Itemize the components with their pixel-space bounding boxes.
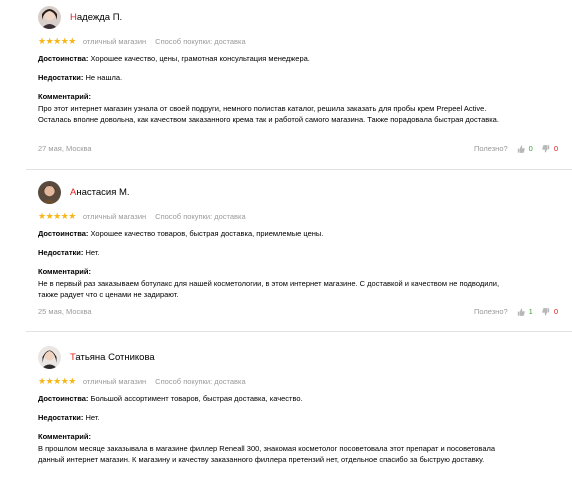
avatar[interactable] <box>38 346 61 369</box>
rating-text: отличный магазин <box>82 211 147 221</box>
comment-text: В прошлом месяце заказывала в магазине ф… <box>38 444 496 464</box>
cons-field: Недостатки: Не нашла. <box>38 73 123 82</box>
comment-title: Комментарий: <box>38 92 92 101</box>
purchase-method: Способ покупки: доставка <box>155 211 246 221</box>
avatar[interactable] <box>38 181 61 204</box>
review-meta: ★★★★★ отличный магазин Способ покупки: д… <box>38 35 246 47</box>
pros-field: Достоинства: Хорошее качество товаров, б… <box>38 229 324 238</box>
rating-stars: ★★★★★ <box>38 35 76 46</box>
pros-field: Достоинства: Хорошее качество, цены, гра… <box>38 54 310 63</box>
upvote-count: 1 <box>528 307 533 316</box>
review-meta: ★★★★★ отличный магазин Способ покупки: д… <box>38 375 246 387</box>
divider <box>26 169 572 170</box>
pros-field: Достоинства: Большой ассортимент товаров… <box>38 394 303 403</box>
purchase-method: Способ покупки: доставка <box>155 36 246 46</box>
avatar[interactable] <box>38 6 61 29</box>
thumb-down-icon[interactable] <box>542 144 550 153</box>
cons-field: Недостатки: Нет. <box>38 413 100 422</box>
purchase-method: Способ покупки: доставка <box>155 376 246 386</box>
review-card: Надежда П. ★★★★★ отличный магазин Способ… <box>38 6 558 153</box>
comment-text: Про этот интернет магазин узнала от свое… <box>38 104 499 124</box>
review-meta: ★★★★★ отличный магазин Способ покупки: д… <box>38 210 246 222</box>
review-date: 27 мая, Москва <box>38 144 92 153</box>
comment-title: Комментарий: <box>38 267 92 276</box>
rating-stars: ★★★★★ <box>38 375 76 386</box>
upvote-count: 0 <box>528 144 533 153</box>
author-name[interactable]: Надежда П. <box>70 12 122 23</box>
rating-text: отличный магазин <box>82 376 147 386</box>
helpful-label: Полезно? <box>473 307 508 316</box>
comment-title: Комментарий: <box>38 432 92 441</box>
helpful-label: Полезно? <box>473 144 508 153</box>
cons-field: Недостатки: Нет. <box>38 248 100 257</box>
helpful-vote: Полезно? 1 0 <box>474 307 558 316</box>
downvote-count: 0 <box>553 307 558 316</box>
thumb-up-icon[interactable] <box>517 307 525 316</box>
rating-text: отличный магазин <box>82 36 147 46</box>
author-name[interactable]: Татьяна Сотникова <box>70 352 155 363</box>
author-name[interactable]: Анастасия М. <box>70 187 130 198</box>
helpful-vote: Полезно? 0 0 <box>474 144 558 153</box>
divider <box>26 331 572 332</box>
thumb-up-icon[interactable] <box>517 144 525 153</box>
thumb-down-icon[interactable] <box>542 307 550 316</box>
review-card: Татьяна Сотникова ★★★★★ отличный магазин… <box>38 346 558 464</box>
downvote-count: 0 <box>553 144 558 153</box>
comment-text: Не в первый раз заказываем ботулакс для … <box>38 279 500 299</box>
review-date: 25 мая, Москва <box>38 307 92 316</box>
review-card: Анастасия М. ★★★★★ отличный магазин Спос… <box>38 181 558 316</box>
rating-stars: ★★★★★ <box>38 210 76 221</box>
